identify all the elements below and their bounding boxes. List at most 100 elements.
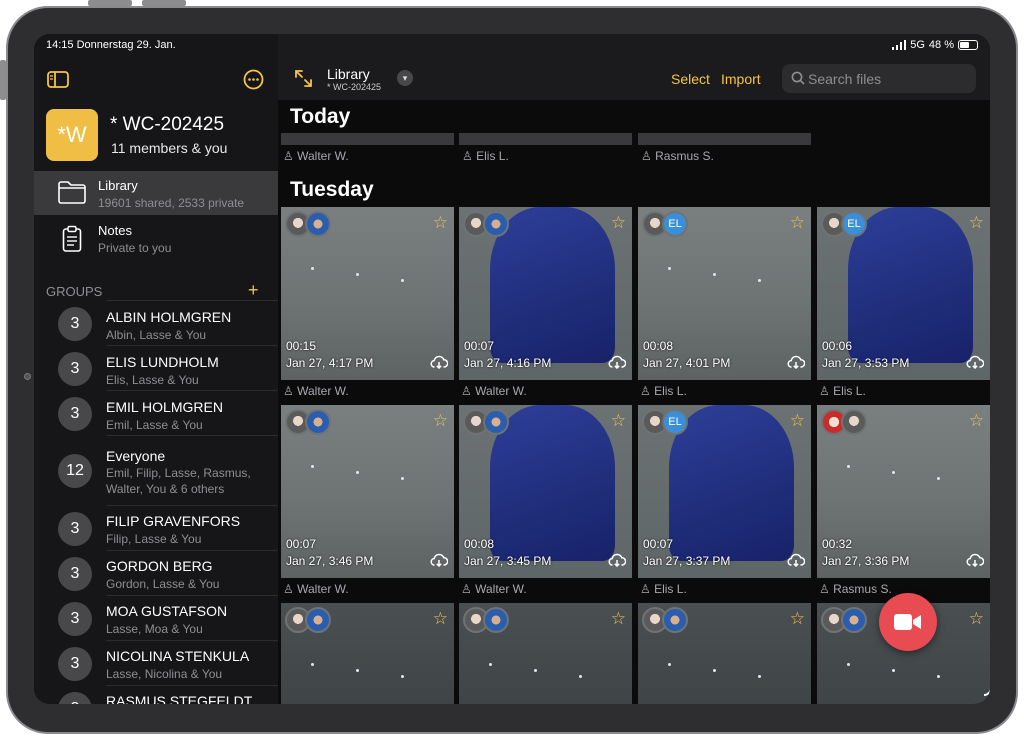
group-item[interactable]: 3 RASMUS STEGFELDT (52, 685, 278, 704)
clip-thumbnail[interactable]: EL ☆ 00:06 Jan 27, 3:53 PM (817, 207, 990, 380)
clip-thumbnail[interactable]: ☆ 00:32 Jan 27, 3:36 PM (817, 405, 990, 578)
toolbar-subtitle: * WC-202425 (327, 82, 382, 92)
group-title: RASMUS STEGFELDT (106, 693, 253, 704)
group-item[interactable]: 3 NICOLINA STENKULA Lasse, Nicolina & Yo… (52, 640, 278, 685)
cloud-download-icon[interactable] (430, 553, 448, 567)
owner-name: Elis L. (476, 149, 509, 163)
cloud-download-icon[interactable] (608, 553, 626, 567)
clip-thumbnail[interactable]: ☆ 00:15 Jan 27, 4:17 PM (281, 207, 454, 380)
nav-library[interactable]: Library 19601 shared, 2533 private (34, 171, 278, 215)
clip-scene (490, 207, 615, 363)
clip-duration: 00:07 (643, 537, 674, 551)
record-video-button[interactable] (879, 593, 937, 651)
favorite-star-icon[interactable]: ☆ (790, 609, 805, 629)
clip-scene (847, 663, 850, 666)
toolbar-title[interactable]: Library (327, 66, 370, 82)
divider (106, 550, 278, 551)
clip-owner: ♙ Walter W. (283, 149, 349, 163)
group-subtitle: Filip, Lasse & You (106, 532, 202, 546)
clip-owner: ♙ Walter W. (461, 582, 527, 596)
favorite-star-icon[interactable]: ☆ (790, 411, 805, 431)
favorite-star-icon[interactable]: ☆ (433, 411, 448, 431)
cloud-download-icon[interactable] (787, 355, 805, 369)
chevron-down-icon[interactable]: ▾ (397, 70, 413, 86)
member-count-badge: 3 (58, 512, 92, 546)
clip-scene (356, 273, 359, 276)
clip-thumbnail[interactable] (281, 133, 454, 145)
favorite-star-icon[interactable]: ☆ (790, 213, 805, 233)
nav-notes[interactable]: Notes Private to you (34, 216, 278, 260)
group-name[interactable]: * WC-202425 (110, 114, 224, 136)
avatar (305, 409, 331, 435)
more-options-icon[interactable] (243, 69, 264, 90)
divider (106, 345, 278, 346)
cloud-download-icon[interactable] (787, 553, 805, 567)
group-item[interactable]: 3 EMIL HOLMGREN Emil, Lasse & You (52, 390, 278, 435)
clip-scene (401, 675, 404, 678)
add-group-button[interactable]: + (248, 280, 259, 301)
clip-scene (713, 273, 716, 276)
select-button[interactable]: Select (671, 71, 710, 87)
divider (106, 300, 278, 301)
expand-icon[interactable] (294, 69, 313, 88)
cloud-download-icon[interactable] (966, 355, 984, 369)
member-count-badge: 3 (58, 602, 92, 636)
group-title: Everyone (106, 448, 166, 464)
cloud-download-icon[interactable] (430, 355, 448, 369)
group-title: MOA GUSTAFSON (106, 603, 228, 619)
clip-thumbnail[interactable]: ☆ (459, 603, 632, 704)
favorite-star-icon[interactable]: ☆ (611, 411, 626, 431)
group-item[interactable]: 12 Everyone Emil, Filip, Lasse, Rasmus, … (52, 435, 278, 505)
clip-thumbnail[interactable]: ☆ 00:07 Jan 27, 4:16 PM (459, 207, 632, 380)
clip-thumbnail[interactable] (638, 133, 811, 145)
owner-name: Walter W. (475, 582, 527, 596)
import-button[interactable]: Import (721, 71, 761, 87)
favorite-star-icon[interactable]: ☆ (611, 213, 626, 233)
section-header-tuesday: Tuesday (290, 178, 374, 201)
nav-subtitle: 19601 shared, 2533 private (98, 196, 245, 210)
divider (106, 390, 278, 391)
owner-name: Walter W. (297, 582, 349, 596)
nav-subtitle: Private to you (98, 241, 172, 255)
favorite-star-icon[interactable]: ☆ (969, 213, 984, 233)
avatar (305, 607, 331, 633)
avatar (841, 409, 867, 435)
group-item[interactable]: 3 FILIP GRAVENFORS Filip, Lasse & You (52, 505, 278, 550)
avatar: EL (662, 211, 688, 237)
clip-scene (311, 663, 314, 666)
clip-scene (401, 279, 404, 282)
clip-owner: ♙ Elis L. (819, 384, 866, 398)
clip-duration: 00:15 (286, 339, 317, 353)
clip-duration: 00:06 (822, 339, 853, 353)
sidebar-toggle-icon[interactable] (47, 71, 69, 88)
clip-thumbnail[interactable]: EL ☆ 00:08 Jan 27, 4:01 PM (638, 207, 811, 380)
participant-avatars: EL (642, 211, 688, 237)
group-item[interactable]: 3 MOA GUSTAFSON Lasse, Moa & You (52, 595, 278, 640)
divider (106, 505, 278, 506)
favorite-star-icon[interactable]: ☆ (969, 609, 984, 629)
clip-thumbnail[interactable]: ☆ 00:07 Jan 27, 3:46 PM (281, 405, 454, 578)
clip-thumbnail[interactable]: ☆ 00:08 Jan 27, 3:45 PM (459, 405, 632, 578)
clip-scene (713, 669, 716, 672)
group-avatar[interactable]: *W (46, 109, 98, 161)
cloud-download-icon[interactable] (608, 355, 626, 369)
clip-thumbnail[interactable] (459, 133, 632, 145)
clip-thumbnail[interactable]: ☆ (638, 603, 811, 704)
screen: 14:15 Donnerstag 29. Jan. 5G 48 % *W * W… (34, 34, 990, 704)
favorite-star-icon[interactable]: ☆ (433, 609, 448, 629)
favorite-star-icon[interactable]: ☆ (969, 411, 984, 431)
favorite-star-icon[interactable]: ☆ (611, 609, 626, 629)
participant-avatars (821, 607, 867, 633)
clip-thumbnail[interactable]: ☆ (281, 603, 454, 704)
owner-name: Walter W. (297, 149, 349, 163)
person-icon: ♙ (461, 384, 476, 398)
search-field[interactable]: Search files (782, 64, 976, 93)
group-item[interactable]: 3 ELIS LUNDHOLM Elis, Lasse & You (52, 345, 278, 390)
divider (106, 435, 278, 436)
group-item[interactable]: 3 ALBIN HOLMGREN Albin, Lasse & You (52, 300, 278, 345)
group-item[interactable]: 3 GORDON BERG Gordon, Lasse & You (52, 550, 278, 595)
favorite-star-icon[interactable]: ☆ (433, 213, 448, 233)
clip-thumbnail[interactable]: EL ☆ 00:07 Jan 27, 3:37 PM (638, 405, 811, 578)
clip-duration: 00:07 (464, 339, 495, 353)
cloud-download-icon[interactable] (966, 553, 984, 567)
